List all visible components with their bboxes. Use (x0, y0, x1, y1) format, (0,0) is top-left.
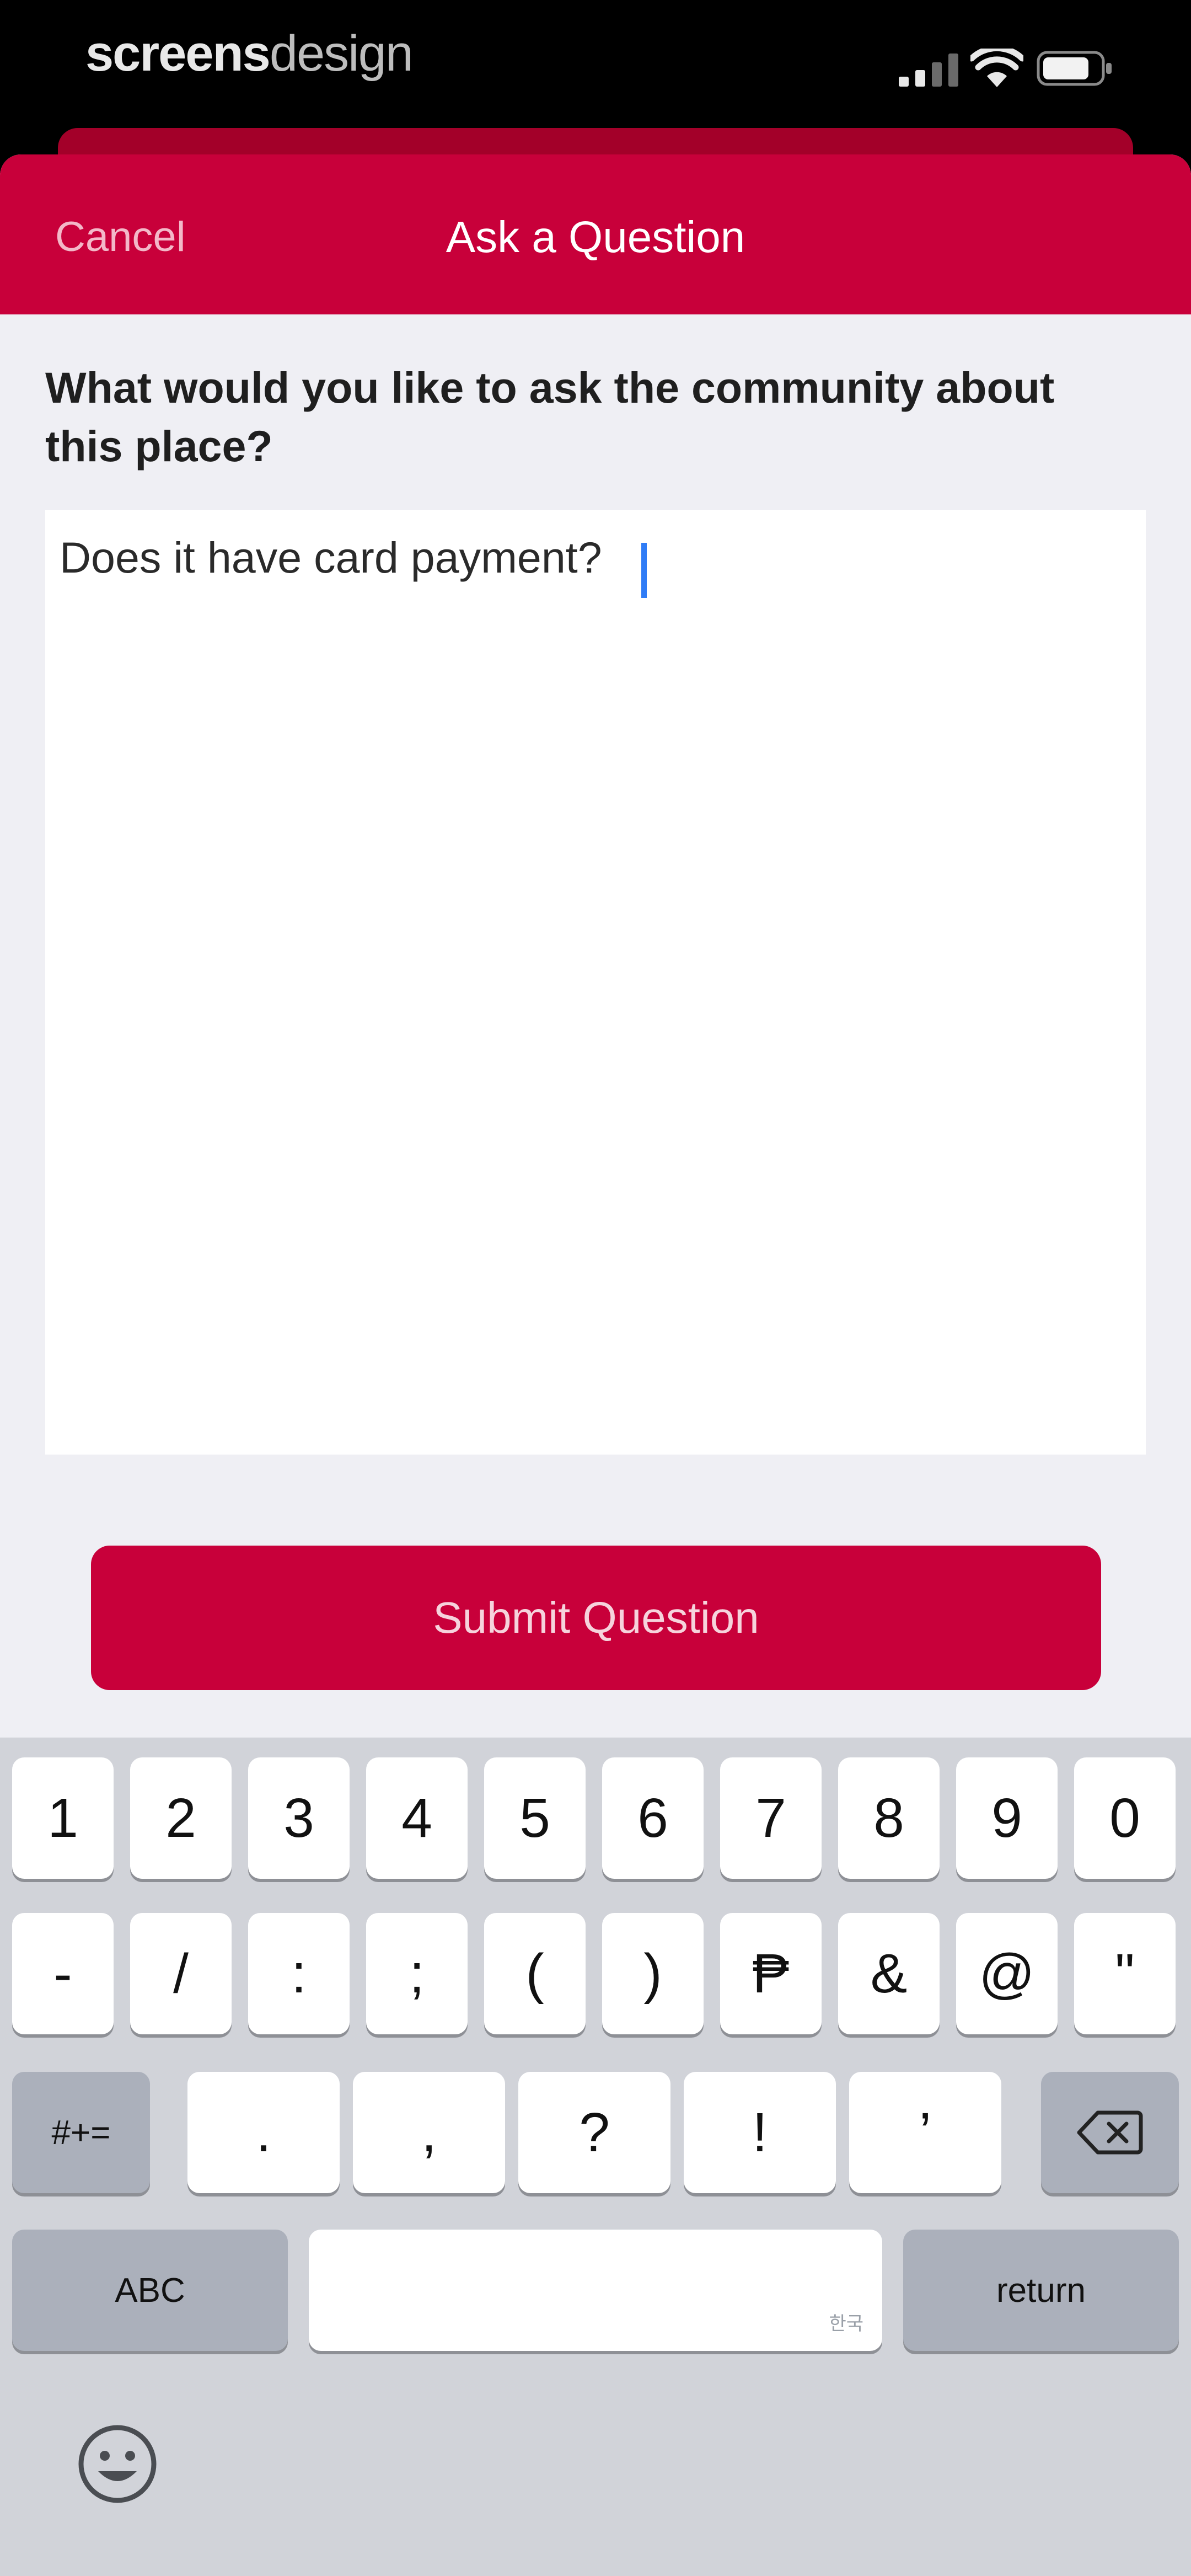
key-at[interactable]: @ (956, 1913, 1058, 2034)
key-slash[interactable]: / (130, 1913, 232, 2034)
key-3[interactable]: 3 (248, 1757, 350, 1879)
key-symbols-toggle[interactable]: #+= (12, 2072, 150, 2193)
key-exclamation[interactable]: ! (684, 2072, 836, 2193)
key-question-mark[interactable]: ? (518, 2072, 670, 2193)
key-colon[interactable]: : (248, 1913, 350, 2034)
backspace-key[interactable] (1041, 2072, 1179, 2193)
key-5[interactable]: 5 (484, 1757, 586, 1879)
key-return[interactable]: return (903, 2230, 1179, 2351)
key-comma[interactable]: , (353, 2072, 505, 2193)
carrier-label: screensdesign (85, 25, 414, 83)
space-bar[interactable]: 한국 (309, 2230, 882, 2351)
key-abc[interactable]: ABC (12, 2230, 288, 2351)
keyboard: 1 2 3 4 5 6 7 8 9 0 - / : ; ( ) ₱ & @ " … (0, 1738, 1191, 2576)
submit-question-button[interactable]: Submit Question (91, 1546, 1101, 1690)
carrier-brand-light: design (269, 25, 414, 82)
key-2[interactable]: 2 (130, 1757, 232, 1879)
space-language-hint: 한국 (829, 2313, 863, 2334)
signal-icon (899, 54, 958, 87)
key-ampersand[interactable]: & (838, 1913, 940, 2034)
key-7[interactable]: 7 (720, 1757, 822, 1879)
carrier-brand-bold: screens (85, 25, 271, 82)
battery-icon (1037, 51, 1112, 86)
navigation-bar: Ask a Question Cancel (0, 154, 1191, 314)
key-peso[interactable]: ₱ (720, 1913, 822, 2034)
key-hyphen[interactable]: - (12, 1913, 114, 2034)
key-0[interactable]: 0 (1074, 1757, 1176, 1879)
key-9[interactable]: 9 (956, 1757, 1058, 1879)
key-4[interactable]: 4 (366, 1757, 468, 1879)
question-prompt: What would you like to ask the community… (45, 363, 1055, 471)
key-close-paren[interactable]: ) (602, 1913, 704, 2034)
text-caret (641, 543, 647, 598)
key-6[interactable]: 6 (602, 1757, 704, 1879)
key-apostrophe[interactable]: ’ (849, 2072, 1001, 2193)
status-bar: screensdesign (0, 0, 1191, 132)
key-semicolon[interactable]: ; (366, 1913, 468, 2034)
wifi-icon (970, 49, 1023, 87)
key-open-paren[interactable]: ( (484, 1913, 586, 2034)
cancel-button[interactable]: Cancel (55, 210, 186, 265)
key-period[interactable]: . (187, 2072, 340, 2193)
backspace-icon (1077, 2110, 1143, 2155)
key-8[interactable]: 8 (838, 1757, 940, 1879)
key-quote[interactable]: " (1074, 1913, 1176, 2034)
emoji-icon[interactable] (76, 2423, 159, 2505)
question-input[interactable] (45, 510, 1146, 1455)
key-1[interactable]: 1 (12, 1757, 114, 1879)
